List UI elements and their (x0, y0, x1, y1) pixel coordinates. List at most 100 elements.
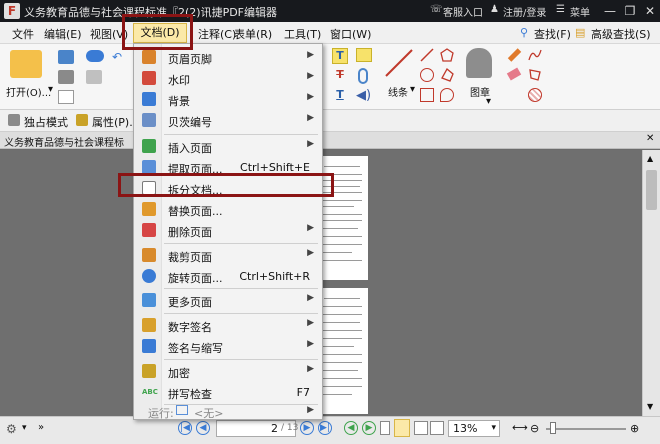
menu-item-sign-initials[interactable]: 签名与缩写 ▶ (134, 336, 322, 357)
line-tool-icon[interactable] (384, 48, 414, 78)
attachment-icon[interactable] (358, 68, 368, 84)
zoom-dropdown-icon[interactable]: ▾ (491, 423, 496, 433)
cloud-icon[interactable] (86, 50, 104, 62)
lines-button[interactable]: 线条 (388, 84, 408, 99)
facing-page-icon[interactable] (414, 421, 428, 435)
folder-icon[interactable] (10, 50, 42, 78)
menu-item-label: 加密 (168, 367, 190, 380)
login-link[interactable]: 注册/登录 (503, 4, 546, 19)
strikethrough-icon[interactable]: T (332, 68, 348, 84)
header-footer-icon (142, 50, 156, 64)
zoom-slider-handle[interactable] (550, 422, 556, 434)
continuous-page-icon[interactable] (394, 419, 410, 437)
fit-width-icon[interactable]: ⟷ (512, 421, 528, 434)
zoom-out-icon[interactable]: ⊖ (530, 422, 539, 435)
first-page-icon[interactable]: |◀ (178, 421, 192, 435)
sign-initials-icon (142, 339, 156, 353)
back-icon[interactable]: ◀ (344, 421, 358, 435)
zoom-slider[interactable] (546, 428, 626, 430)
area-highlight-icon[interactable] (528, 68, 542, 82)
zoom-field[interactable]: 13% ▾ (448, 420, 500, 437)
stamp-dropdown-icon[interactable]: ▾ (486, 96, 491, 107)
last-page-icon[interactable]: ▶| (318, 421, 332, 435)
next-page-icon[interactable]: ▶ (300, 421, 314, 435)
menu-item-delete-page[interactable]: 删除页面 ▶ (134, 220, 322, 241)
expand-icon[interactable]: » (38, 422, 44, 433)
text-tool-icon[interactable]: T (332, 48, 348, 64)
rectangle-tool-icon[interactable] (420, 88, 434, 102)
exclusive-mode-icon (8, 114, 20, 126)
underline-icon[interactable]: T (332, 88, 348, 104)
ribbon-toolbar: 打开(O)... ▾ ↶ T T T ◀) 线条 ▾ 图章 ▾ (0, 44, 660, 110)
menu-item-watermark[interactable]: 水印 ▶ (134, 68, 322, 89)
main-menu-button[interactable]: 菜单 (570, 4, 590, 19)
help-link[interactable]: 客服入口 (443, 4, 483, 19)
undo-icon[interactable]: ↶ (112, 50, 124, 64)
menu-item-insert-page[interactable]: 插入页面 ▶ (134, 136, 322, 157)
menu-item-replace-page[interactable]: 替换页面... (134, 199, 322, 220)
advanced-find-button[interactable]: 高级查找(S) (591, 26, 651, 42)
menu-item-rotate-page[interactable]: 旋转页面... Ctrl+Shift+R (134, 266, 322, 287)
menu-edit[interactable]: 编辑(E) (44, 26, 82, 42)
menu-window[interactable]: 窗口(W) (330, 26, 371, 42)
menu-item-run[interactable]: 运行: <无> ▶ (134, 397, 322, 420)
more-pages-icon (142, 293, 156, 307)
note-icon[interactable] (356, 48, 372, 62)
menu-item-header-footer[interactable]: 页眉页脚 ▶ (134, 47, 322, 68)
settings-icon[interactable]: ⚙ (6, 422, 17, 436)
headset-icon: ☏ (430, 4, 443, 15)
hatch-icon[interactable] (528, 88, 542, 102)
menu-item-digital-signature[interactable]: 数字签名 ▶ (134, 315, 322, 336)
close-button[interactable]: ✕ (640, 2, 660, 20)
submenu-arrow-icon: ▶ (307, 223, 314, 233)
pencil-icon[interactable] (507, 48, 522, 62)
new-document-icon[interactable] (58, 90, 74, 104)
arrow-tool-icon[interactable] (420, 48, 434, 62)
polyline-tool-icon[interactable] (440, 67, 454, 82)
scroll-up-icon[interactable]: ▲ (647, 154, 653, 163)
menu-file[interactable]: 文件 (12, 26, 34, 42)
submenu-arrow-icon: ▶ (307, 405, 314, 415)
save-icon[interactable] (58, 50, 74, 64)
print-icon[interactable] (58, 70, 74, 84)
menu-item-background[interactable]: 背景 ▶ (134, 89, 322, 110)
submenu-arrow-icon: ▶ (307, 364, 314, 374)
document-tab[interactable]: 义务教育品德与社会课程标 (4, 134, 124, 149)
eraser-icon[interactable] (506, 67, 522, 81)
scroll-down-icon[interactable]: ▼ (647, 402, 653, 411)
zoom-in-icon[interactable]: ⊕ (630, 422, 639, 435)
forward-icon[interactable]: ▶ (362, 421, 376, 435)
settings-dropdown-icon[interactable]: ▾ (22, 423, 27, 433)
find-button[interactable]: 查找(F) (534, 26, 571, 42)
menu-item-crop-page[interactable]: 裁剪页面 ▶ (134, 245, 322, 266)
freehand-icon[interactable] (528, 48, 542, 62)
menu-comment[interactable]: 注释(C) (198, 26, 236, 42)
binoculars-icon: ⚲ (520, 26, 529, 39)
email-icon[interactable] (86, 70, 102, 84)
ellipse-tool-icon[interactable] (420, 68, 434, 82)
speaker-icon[interactable]: ◀) (356, 88, 372, 104)
rotate-page-icon (142, 269, 156, 283)
polygon-tool-icon[interactable] (440, 48, 454, 62)
single-page-icon[interactable] (380, 421, 390, 435)
menu-form[interactable]: 表单(R) (234, 26, 272, 42)
open-button[interactable]: 打开(O)... (6, 84, 51, 99)
exclusive-mode-button[interactable]: 独占模式 (24, 114, 68, 130)
stamp-icon[interactable] (466, 48, 492, 78)
menu-item-encrypt[interactable]: 加密 ▶ (134, 361, 322, 382)
page-number-field[interactable]: 2 / 13 (216, 420, 298, 437)
scroll-thumb[interactable] (646, 170, 657, 210)
menu-bar: 文件 编辑(E) 视图(V) 文档(D) 注释(C) 表单(R) 工具(T) 窗… (0, 22, 660, 44)
prev-page-icon[interactable]: ◀ (196, 421, 210, 435)
maximize-button[interactable]: ❐ (620, 2, 640, 20)
menu-tools[interactable]: 工具(T) (284, 26, 321, 42)
close-tab-icon[interactable]: ✕ (646, 133, 654, 144)
open-dropdown-icon[interactable]: ▾ (48, 84, 53, 95)
vertical-scrollbar[interactable]: ▲ ▼ (642, 150, 660, 416)
minimize-button[interactable]: — (600, 2, 620, 20)
two-page-icon[interactable] (430, 421, 444, 435)
menu-item-more-pages[interactable]: 更多页面 ▶ (134, 290, 322, 311)
cloud-shape-icon[interactable] (440, 88, 454, 102)
lines-dropdown-icon[interactable]: ▾ (410, 84, 415, 95)
menu-item-bates-number[interactable]: 贝茨编号 ▶ (134, 110, 322, 131)
